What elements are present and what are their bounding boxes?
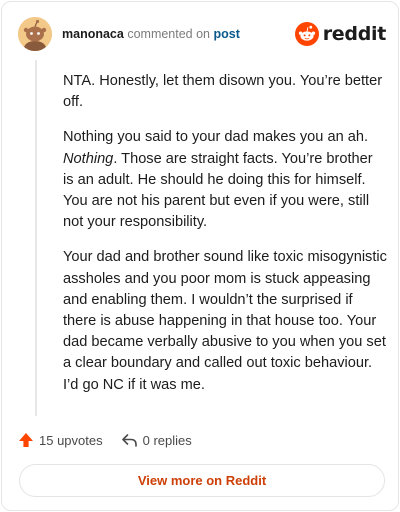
comment-meta: manonaca commented on post: [62, 27, 240, 41]
comment-paragraph-3: Your dad and brother sound like toxic mi…: [63, 249, 387, 393]
reddit-wordmark: reddit: [322, 23, 387, 45]
reply-arrow-icon: [121, 434, 137, 447]
comment-body: NTA. Honestly, let them disown you. You’…: [63, 71, 387, 410]
upvote-button[interactable]: 15 upvotes: [18, 432, 103, 448]
reply-count: 0 replies: [142, 432, 192, 448]
comment-paragraph-2-lead: Nothing you said to your dad makes you a…: [63, 129, 369, 146]
comment-card: manonaca commented on post reddit NTA. H…: [1, 1, 399, 511]
comment-paragraph-2: Nothing you said to your dad makes you a…: [63, 127, 387, 233]
reddit-logo[interactable]: reddit: [294, 21, 387, 47]
username-link[interactable]: manonaca: [62, 27, 124, 41]
view-more-button[interactable]: View more on Reddit: [19, 464, 385, 497]
commented-on-text: commented on: [127, 27, 211, 41]
comment-paragraph-1: NTA. Honestly, let them disown you. You’…: [63, 73, 383, 111]
comment-footer: 15 upvotes 0 replies: [18, 429, 210, 451]
upvote-arrow-icon: [19, 433, 33, 447]
snoo-avatar-icon[interactable]: [18, 17, 52, 51]
upvote-count: 15 upvotes: [39, 432, 103, 448]
thread-line: [35, 60, 37, 416]
post-link[interactable]: post: [214, 27, 240, 41]
reply-button[interactable]: 0 replies: [121, 432, 192, 448]
comment-header: manonaca commented on post reddit: [18, 17, 386, 53]
reddit-logo-icon: [294, 22, 319, 46]
comment-emphasis: Nothing: [63, 150, 114, 167]
